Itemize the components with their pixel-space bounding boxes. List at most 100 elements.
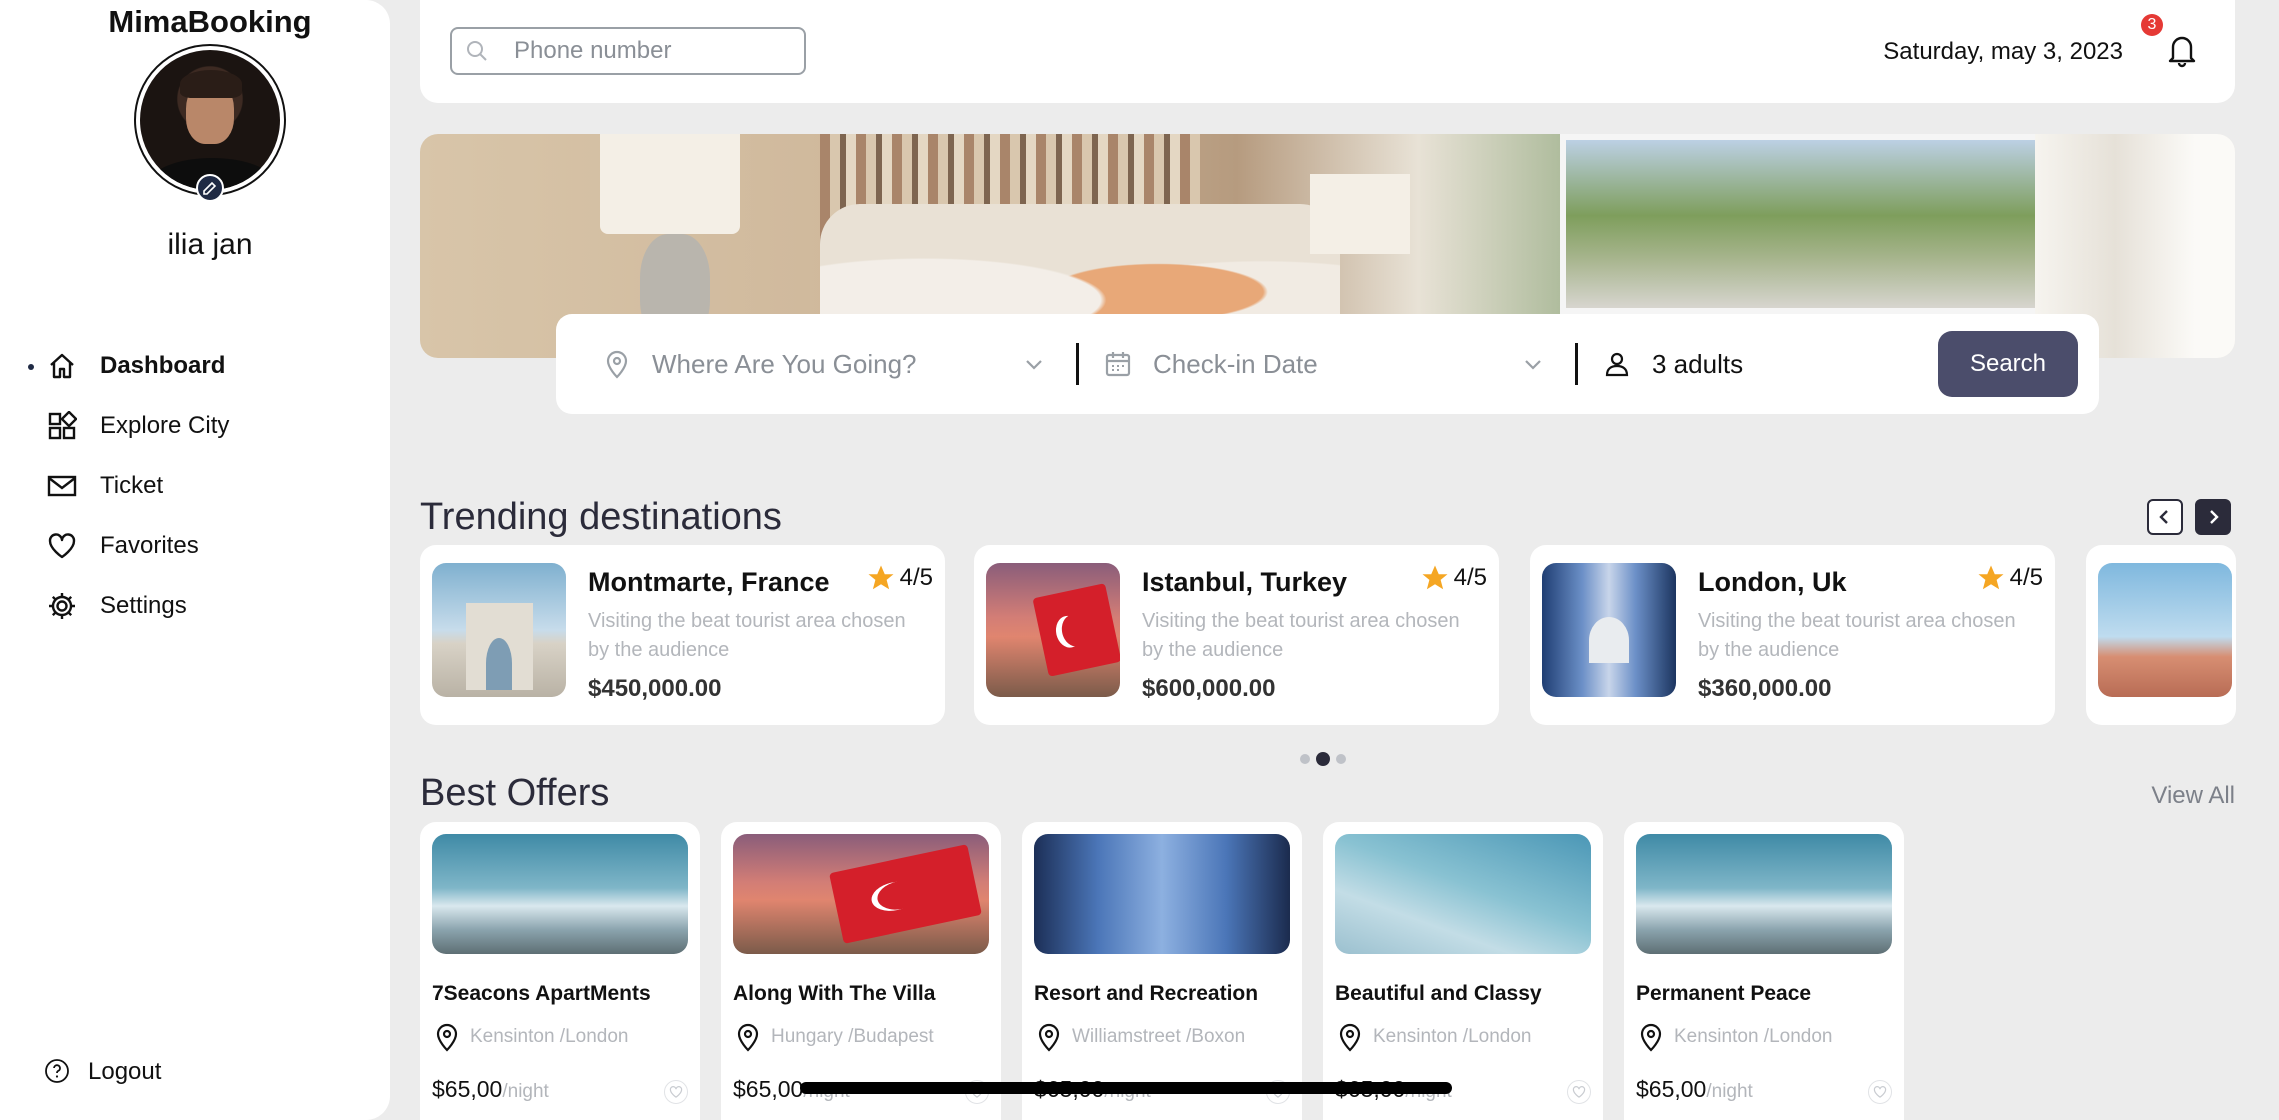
location-pin-icon	[737, 1023, 759, 1052]
offer-card[interactable]: Beautiful and Classy Kensinton /London $…	[1323, 822, 1603, 1120]
favorite-heart-icon[interactable]	[1567, 1080, 1591, 1104]
destination-price: $450,000.00	[588, 675, 722, 702]
favorite-heart-icon[interactable]	[1868, 1080, 1892, 1104]
rating-value: 4/5	[1453, 564, 1487, 591]
person-icon	[1602, 349, 1632, 379]
search-button[interactable]: Search	[1938, 331, 2078, 397]
calendar-icon	[1103, 349, 1133, 379]
offer-image	[1335, 834, 1591, 954]
trending-card[interactable]: London, Uk 4/5 Visiting the beat tourist…	[1530, 545, 2055, 725]
favorite-heart-icon[interactable]	[664, 1080, 688, 1104]
offer-title: 7Seacons ApartMents	[432, 982, 651, 1005]
trending-card-partial[interactable]	[2086, 545, 2236, 725]
carousel-pagination	[1300, 752, 1346, 766]
offer-card[interactable]: Resort and Recreation Williamstreet /Box…	[1022, 822, 1302, 1120]
gear-icon	[46, 590, 78, 622]
destination-image	[1542, 563, 1676, 697]
sidebar-item-dashboard[interactable]: Dashboard	[0, 336, 390, 396]
offer-title: Resort and Recreation	[1034, 982, 1259, 1005]
carousel-prev-button[interactable]	[2147, 499, 2183, 535]
destination-description: Visiting the beat tourist area chosen by…	[1698, 610, 2016, 661]
star-icon	[1422, 565, 1448, 590]
chevron-left-icon	[2159, 510, 2168, 524]
chevron-down-icon	[1022, 352, 1046, 376]
offer-card[interactable]: 7Seacons ApartMents Kensinton /London $6…	[420, 822, 700, 1120]
offer-image	[432, 834, 688, 954]
home-indicator	[800, 1082, 1452, 1094]
location-pin-icon	[436, 1023, 458, 1052]
logout-label: Logout	[88, 1058, 162, 1085]
offer-title: Beautiful and Classy	[1335, 982, 1542, 1005]
checkin-date-dropdown[interactable]: Check-in Date	[1079, 314, 1575, 414]
trending-title: Trending destinations	[420, 496, 782, 538]
sidebar-item-settings[interactable]: Settings	[0, 576, 390, 636]
active-indicator	[28, 364, 34, 370]
guests-value: 3 adults	[1652, 348, 1744, 379]
location-pin-icon	[1038, 1023, 1060, 1052]
sidebar-item-ticket[interactable]: Ticket	[0, 456, 390, 516]
view-all-link[interactable]: View All	[2151, 782, 2235, 810]
location-pin-icon	[1640, 1023, 1662, 1052]
username: ilia jan	[167, 228, 253, 261]
destination-dropdown[interactable]: Where Are You Going?	[556, 314, 1076, 414]
rating-value: 4/5	[899, 564, 933, 591]
avatar-photo	[140, 50, 280, 190]
destination-price: $360,000.00	[1698, 675, 1832, 702]
sidebar-item-favorites[interactable]: Favorites	[0, 516, 390, 576]
chevron-right-icon	[2210, 510, 2219, 524]
chevron-down-icon	[1521, 352, 1545, 376]
location-pin-icon	[1339, 1023, 1361, 1052]
grid-icon	[46, 410, 78, 442]
notification-bell-icon[interactable]	[2165, 32, 2199, 68]
star-icon	[1978, 565, 2004, 590]
offer-price: $65,00/night	[432, 1076, 549, 1102]
destination-rating: 4/5	[1976, 563, 2043, 593]
home-icon	[46, 350, 78, 382]
trending-card[interactable]: Montmarte, France 4/5 Visiting the beat …	[420, 545, 945, 725]
sidebar: MimaBooking ilia jan Dashboard Explore C…	[0, 0, 390, 1120]
offer-location: Hungary /Budapest	[733, 1022, 934, 1052]
notification-badge: 3	[2141, 14, 2163, 36]
edit-avatar-icon[interactable]	[196, 174, 224, 202]
guests-selector[interactable]: 3 adults	[1578, 314, 1928, 414]
brand-name: MimaBooking	[108, 4, 312, 39]
offer-card[interactable]: Permanent Peace Kensinton /London $65,00…	[1624, 822, 1904, 1120]
sidebar-item-label: Ticket	[100, 472, 164, 499]
sidebar-item-label: Settings	[100, 592, 187, 619]
carousel-controls	[2147, 499, 2231, 535]
carousel-next-button[interactable]	[2195, 499, 2231, 535]
destination-placeholder: Where Are You Going?	[652, 348, 917, 379]
sidebar-item-label: Explore City	[100, 412, 230, 439]
destination-description: Visiting the beat tourist area chosen by…	[588, 610, 906, 661]
offer-location-text: Williamstreet /Boxon	[1072, 1026, 1246, 1047]
best-offers-title: Best Offers	[420, 772, 610, 814]
page-dot-active[interactable]	[1316, 752, 1330, 766]
phone-search-input[interactable]	[514, 37, 794, 65]
offer-price: $65,00/night	[1636, 1076, 1753, 1102]
destination-image	[432, 563, 566, 697]
top-bar: Saturday, may 3, 2023 3	[420, 0, 2235, 103]
offer-image	[1034, 834, 1290, 954]
offer-location: Kensinton /London	[432, 1022, 628, 1052]
offer-card[interactable]: Along With The Villa Hungary /Budapest $…	[721, 822, 1001, 1120]
phone-search[interactable]	[450, 27, 806, 75]
page-dot[interactable]	[1336, 754, 1346, 764]
help-circle-icon	[44, 1058, 72, 1086]
destination-name: London, Uk	[1698, 567, 1847, 597]
offer-image	[733, 834, 989, 954]
current-date: Saturday, may 3, 2023	[1883, 38, 2123, 65]
search-icon	[464, 38, 490, 64]
offer-image	[1636, 834, 1892, 954]
location-pin-icon	[602, 349, 632, 379]
booking-search-bar: Where Are You Going? Check-in Date 3 adu…	[556, 314, 2099, 414]
page-dot[interactable]	[1300, 754, 1310, 764]
offer-location: Williamstreet /Boxon	[1034, 1022, 1245, 1052]
sidebar-nav: Dashboard Explore City Ticket Favorites …	[0, 336, 390, 636]
sidebar-item-explore-city[interactable]: Explore City	[0, 396, 390, 456]
sidebar-item-label: Dashboard	[100, 352, 226, 379]
trending-card[interactable]: Istanbul, Turkey 4/5 Visiting the beat t…	[974, 545, 1499, 725]
destination-name: Istanbul, Turkey	[1142, 567, 1348, 597]
mail-icon	[46, 470, 78, 502]
logout-button[interactable]: Logout	[44, 1058, 161, 1086]
offer-location-text: Kensinton /London	[1674, 1026, 1833, 1047]
